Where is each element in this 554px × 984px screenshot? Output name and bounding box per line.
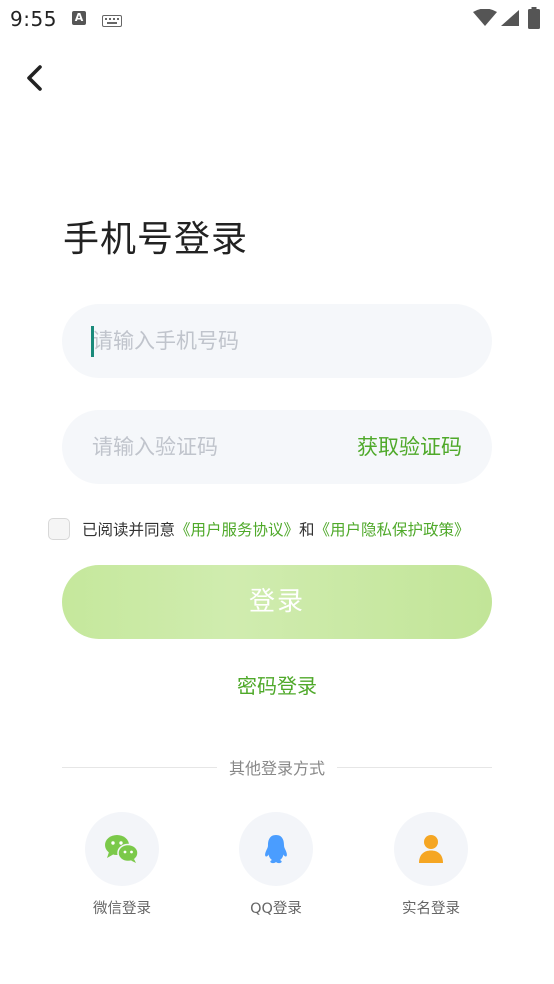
wechat-login: 微信登录 xyxy=(72,812,172,918)
qq-penguin-icon xyxy=(265,835,287,864)
battery-icon xyxy=(528,7,540,33)
user-service-agreement-link[interactable]: 《用户服务协议》 xyxy=(175,518,299,540)
password-login-link: 密码登录 xyxy=(0,670,554,699)
divider-line-left xyxy=(62,766,217,768)
password-login-label[interactable]: 密码登录 xyxy=(237,674,317,698)
status-bar: 9:55 A xyxy=(0,0,554,40)
signal-icon xyxy=(500,9,520,31)
status-time: 9:55 xyxy=(10,7,57,31)
text-caret xyxy=(91,326,94,357)
realname-login-label: 实名登录 xyxy=(402,901,460,917)
phone-input-container xyxy=(62,304,492,378)
code-input-container: 获取验证码 xyxy=(62,410,492,484)
page-title: 手机号登录 xyxy=(63,219,249,260)
wechat-login-button[interactable] xyxy=(85,812,159,886)
person-icon xyxy=(419,835,443,863)
wechat-login-label: 微信登录 xyxy=(93,901,151,917)
agreement-checkbox[interactable] xyxy=(48,518,70,540)
login-button[interactable]: 登录 xyxy=(62,565,492,639)
phone-input[interactable] xyxy=(92,304,472,378)
back-button[interactable] xyxy=(18,60,50,96)
qq-login-label: QQ登录 xyxy=(250,901,302,917)
realname-login: 实名登录 xyxy=(381,812,481,918)
keyboard-icon xyxy=(102,12,122,31)
wechat-icon xyxy=(105,835,139,863)
wifi-icon xyxy=(473,8,497,31)
other-login-title: 其他登录方式 xyxy=(229,759,326,778)
notification-a-icon: A xyxy=(72,11,86,25)
verification-code-input[interactable] xyxy=(92,410,332,484)
other-login-divider: 其他登录方式 xyxy=(62,756,493,778)
get-code-button[interactable]: 获取验证码 xyxy=(357,410,462,484)
agreement-and: 和 xyxy=(299,521,315,539)
privacy-policy-link[interactable]: 《用户隐私保护政策》 xyxy=(315,518,470,540)
realname-login-button[interactable] xyxy=(394,812,468,886)
qq-login-button[interactable] xyxy=(239,812,313,886)
agreement-row: 已阅读并同意 《用户服务协议》 和 《用户隐私保护政策》 xyxy=(48,516,470,542)
qq-login: QQ登录 xyxy=(226,812,326,918)
divider-line-right xyxy=(337,766,493,768)
chevron-left-icon xyxy=(27,65,42,91)
agreement-prefix: 已阅读并同意 xyxy=(82,521,176,539)
